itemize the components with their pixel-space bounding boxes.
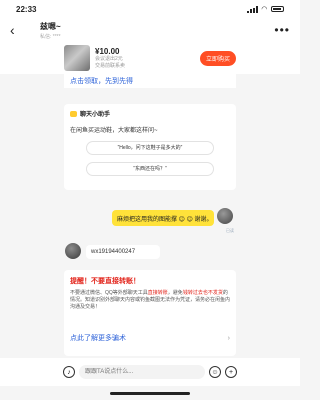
buy-now-button[interactable]: 立即购买: [199, 50, 236, 66]
product-price: ¥10.00: [95, 46, 120, 56]
learn-scams-link[interactable]: 点此了解更多骗术 ›: [70, 329, 230, 343]
status-bar: 22:33 ◠: [0, 0, 300, 18]
voice-icon[interactable]: ♪: [63, 366, 75, 378]
my-avatar[interactable]: [217, 208, 233, 224]
status-icons: ◠: [246, 5, 284, 13]
read-status: 已读: [226, 228, 234, 233]
assistant-question: 在闲鱼买运动鞋，大家都这样问~: [70, 128, 158, 134]
home-indicator: [110, 392, 190, 395]
signal-icon: [246, 5, 258, 13]
plus-icon[interactable]: +: [225, 366, 237, 378]
chevron-right-icon: ›: [227, 334, 230, 342]
product-thumbnail[interactable]: [64, 45, 90, 71]
warning-title: 提醒！不要直接转账！: [70, 278, 140, 285]
product-card[interactable]: ¥10.00 会议退出2元 交易前联系卖 立即购买: [0, 42, 300, 74]
product-line-1: 会议退出2元: [95, 55, 123, 62]
warning-highlight-1: 直接转账: [147, 290, 168, 296]
safety-warning-card: 提醒！不要直接转账！ 不要通过微信、QQ等外部聊天工具直接转账，避免钱转过去也不…: [64, 270, 236, 356]
wifi-icon: ◠: [261, 6, 267, 13]
assistant-header: 聊天小助手: [70, 109, 230, 118]
warning-highlight-2: 钱转过去也不发货: [182, 290, 223, 296]
status-time: 22:33: [16, 4, 37, 14]
coupon-tip-link[interactable]: 点击领取，先到先得: [64, 74, 236, 88]
assistant-title: 聊天小助手: [80, 112, 111, 118]
seller-message-bubble[interactable]: wx19194400247: [86, 245, 160, 259]
my-message-bubble[interactable]: 麻烦把这用我的图能撑 😊 😊 谢谢。: [112, 210, 214, 226]
message-input[interactable]: [79, 365, 205, 379]
chat-bubble-icon: [70, 110, 77, 117]
learn-scams-label: 点此了解更多骗术: [70, 335, 126, 342]
chat-subtitle: 私信: ****: [40, 33, 61, 40]
warning-text-1: 不要通过微信、QQ等外部聊天工具: [70, 290, 148, 296]
more-options-icon[interactable]: •••: [274, 23, 290, 37]
product-info: ¥10.00 会议退出2元 交易前联系卖: [95, 47, 200, 70]
battery-icon: [271, 6, 284, 12]
suggestion-button[interactable]: “东西还在吗？”: [86, 162, 214, 176]
warning-body: 不要通过微信、QQ等外部聊天工具直接转账，避免钱转过去也不发货的情况。知道识别外…: [70, 290, 230, 311]
seller-avatar[interactable]: [65, 243, 81, 259]
warning-text-2: ，避免: [167, 290, 183, 296]
back-arrow-icon[interactable]: ‹: [10, 22, 40, 38]
header-center: 兹嗯~ 私信: ****: [40, 21, 274, 40]
emoji-icon[interactable]: ☺: [209, 366, 221, 378]
product-line-2: 交易前联系卖: [95, 62, 126, 69]
input-bar: ♪ ☺ +: [0, 358, 300, 386]
chat-header: ‹ 兹嗯~ 私信: **** •••: [0, 18, 300, 42]
chat-assistant-card: 聊天小助手 在闲鱼买运动鞋，大家都这样问~ “Hello，问下这鞋子是多大的” …: [64, 104, 236, 190]
chat-title: 兹嗯~: [40, 21, 61, 31]
suggestion-button[interactable]: “Hello，问下这鞋子是多大的”: [86, 141, 214, 155]
